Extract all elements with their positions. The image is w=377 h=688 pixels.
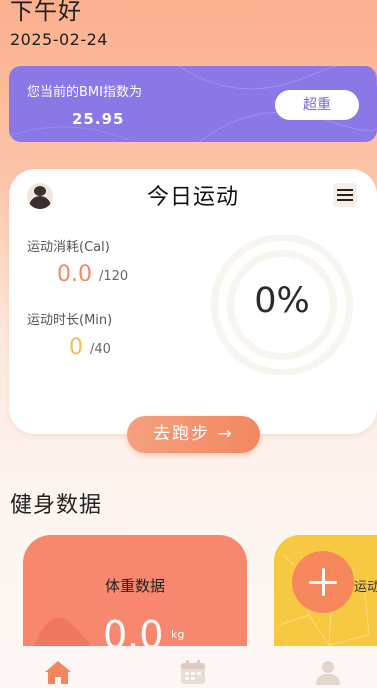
weight-unit: kg — [171, 628, 185, 641]
duration-target: /40 — [90, 342, 111, 357]
duration-label: 运动时长(Min) — [27, 313, 113, 328]
add-exercise-button[interactable] — [292, 551, 354, 613]
go-run-button[interactable]: 去跑步 → — [127, 416, 260, 453]
sport-card-title: 今日运动 — [146, 185, 239, 210]
fitness-section-title: 健身数据 — [10, 493, 103, 518]
menu-icon[interactable] — [333, 183, 357, 207]
home-icon[interactable] — [43, 658, 73, 686]
bmi-card: 您当前的BMI指数为 25.95 超重 — [9, 66, 377, 142]
today-sport-card: 今日运动 运动消耗(Cal) 0.0 /120 运动时长(Min) 0 /40 … — [9, 169, 377, 434]
date-text: 2025-02-24 — [10, 30, 108, 49]
bmi-value: 25.95 — [72, 110, 125, 128]
calories-target: /120 — [99, 269, 129, 284]
exercise-label: 运动 — [354, 580, 377, 595]
weight-title: 体重数据 — [104, 577, 165, 595]
calories-value: 0.0 — [57, 262, 92, 287]
calendar-icon[interactable] — [178, 658, 208, 686]
progress-percent: 0% — [254, 281, 310, 321]
user-icon[interactable] — [313, 658, 343, 686]
calories-label: 运动消耗(Cal) — [27, 240, 110, 255]
bmi-title: 您当前的BMI指数为 — [27, 85, 142, 100]
bmi-status-button[interactable]: 超重 — [275, 90, 359, 120]
duration-value: 0 — [69, 335, 83, 360]
bottom-tab-bar — [0, 646, 377, 688]
greeting-text: 下午好 — [10, 0, 82, 25]
